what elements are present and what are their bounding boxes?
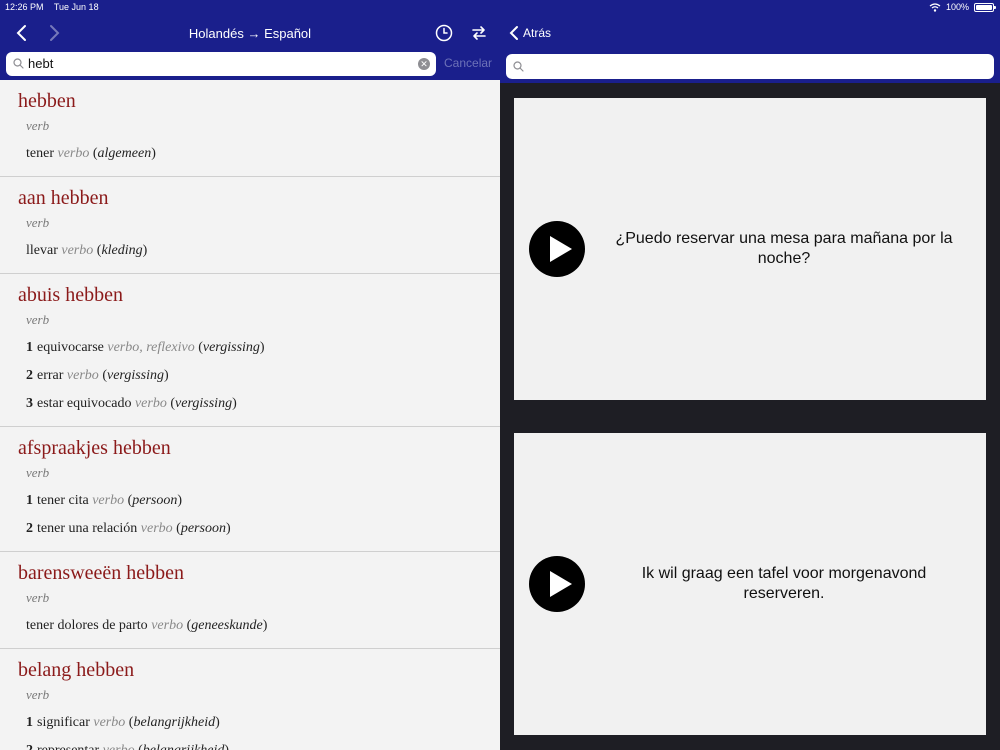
entry-part-of-speech: verb	[26, 312, 50, 327]
entry-headword: hebben	[18, 90, 76, 112]
sense-domain: persoon	[180, 521, 226, 536]
entry-headword: abuis hebben	[18, 284, 123, 306]
dictionary-header: Holandés → Español hebt ✕ Cancelar	[0, 15, 500, 80]
sense-number: 1	[26, 493, 33, 508]
sense-translation: significar	[37, 715, 90, 730]
sense-number: 1	[26, 715, 33, 730]
sense-translation: tener una relación	[37, 521, 138, 536]
entry-headword: belang hebben	[18, 659, 135, 681]
sense-grammar: verbo	[61, 243, 94, 258]
sense-translation: errar	[37, 368, 64, 383]
entry-part-of-speech: verb	[26, 118, 50, 133]
phrase-pane: Atrás ¿Puedo reservar una mesa para maña…	[500, 0, 1000, 750]
entry-part-of-speech: verb	[26, 590, 50, 605]
sense-grammar: verbo, reflexivo	[107, 340, 195, 355]
sense-translation: llevar	[26, 243, 58, 258]
phrase-header: Atrás	[500, 15, 1000, 83]
entry-sense: tener dolores de parto verbo (geneeskund…	[26, 618, 268, 633]
sense-grammar: verbo	[93, 715, 126, 730]
sense-domain: vergissing	[202, 340, 260, 355]
search-value: hebt	[28, 56, 54, 71]
entry-sense: 2 tener una relación verbo (persoon)	[26, 521, 231, 536]
back-button[interactable]: Atrás	[509, 25, 551, 41]
swap-languages-icon[interactable]	[470, 24, 488, 42]
play-icon[interactable]	[529, 556, 585, 612]
entry-sense: tener verbo (algemeen)	[26, 146, 156, 161]
search-icon	[13, 58, 24, 69]
sense-domain: geneeskunde	[191, 618, 263, 633]
entry-sense: 1 significar verbo (belangrijkheid)	[26, 715, 220, 730]
sense-translation: tener cita	[37, 493, 89, 508]
search-icon	[513, 61, 524, 72]
entry-part-of-speech: verb	[26, 465, 50, 480]
sense-number: 1	[26, 340, 33, 355]
phrase-card: ¿Puedo reservar una mesa para mañana por…	[514, 98, 986, 400]
sense-grammar: verbo	[66, 368, 99, 383]
entry-headword: barensweeën hebben	[18, 562, 185, 584]
sense-domain: vergissing	[106, 368, 165, 383]
dictionary-entry[interactable]: barensweeën hebben verb tener dolores de p…	[0, 552, 500, 649]
phrase-text: Ik wil graag een tafel voor morgenavond …	[641, 565, 927, 602]
dictionary-entry[interactable]: abuis hebben verb 1 equivocarse verbo, refl…	[0, 274, 500, 427]
chevron-left-icon	[509, 26, 518, 40]
sense-domain: algemeen	[97, 146, 152, 161]
sense-domain: vergissing	[175, 396, 233, 411]
entry-headword: afspraakjes hebben	[18, 437, 171, 459]
dictionary-entry[interactable]: afspraakjes hebben verb 1 tener cita verbo …	[0, 427, 500, 552]
dictionary-entry[interactable]: belang hebben verb 1 significar verbo (bela…	[0, 649, 500, 750]
sense-number: 2	[26, 368, 33, 383]
sense-translation: tener	[26, 146, 54, 161]
status-date: Tue Jun 18	[53, 2, 99, 12]
clock-icon[interactable]	[434, 23, 454, 43]
battery-icon	[974, 2, 996, 12]
entry-headword: aan hebben	[18, 187, 109, 209]
entry-sense: 2representar verbo (belangrijkheid)	[18, 737, 500, 750]
battery-percent: 100%	[945, 2, 969, 12]
sense-translation: representar	[37, 743, 99, 750]
search-input[interactable]: hebt ✕	[6, 52, 436, 76]
sense-domain: persoon	[132, 493, 178, 508]
sense-grammar: verbo	[103, 743, 135, 750]
page-title: Holandés → Español	[188, 26, 312, 41]
sense-number: 2	[26, 521, 33, 536]
sense-grammar: verbo	[151, 618, 184, 633]
status-bar: 12:26 PM Tue Jun 18 100%	[0, 0, 1000, 15]
sense-number: 3	[26, 396, 33, 411]
cancel-button[interactable]: Cancelar	[444, 56, 492, 70]
back-label: Atrás	[523, 26, 552, 40]
sense-grammar: verbo	[134, 396, 167, 411]
entry-part-of-speech: verb	[26, 215, 50, 230]
dictionary-pane: Holandés → Español hebt ✕ Cancelar hebbe…	[0, 0, 500, 750]
phrase-search-input[interactable]	[506, 54, 994, 79]
sense-translation: estar equivocado	[37, 396, 132, 411]
clear-icon[interactable]: ✕	[418, 58, 430, 70]
status-time: 12:26 PM	[5, 2, 44, 12]
entry-part-of-speech: verb	[26, 687, 50, 702]
phrase-card: Ik wil graag een tafel voor morgenavond …	[514, 433, 986, 735]
sense-grammar: verbo	[57, 146, 90, 161]
phrase-text: ¿Puedo reservar una mesa para mañana por…	[615, 230, 953, 267]
results-list[interactable]: hebben verb tener verbo (algemeen) aan hebb…	[0, 80, 500, 750]
wifi-icon	[929, 2, 941, 12]
entry-sense: 2 errar verbo (vergissing)	[26, 368, 169, 383]
entry-sense: 1 tener cita verbo (persoon)	[26, 493, 183, 508]
sense-translation: tener dolores de parto	[26, 618, 148, 633]
dictionary-entry[interactable]: aan hebben verb llevar verbo (kleding)	[0, 177, 500, 274]
sense-translation: equivocarse	[37, 340, 104, 355]
entry-sense: 1 equivocarse verbo, reflexivo (vergissin…	[26, 340, 265, 355]
sense-grammar: verbo	[92, 493, 125, 508]
sense-domain: belangrijkheid	[143, 743, 225, 750]
play-icon[interactable]	[529, 221, 585, 277]
sense-number: 2	[26, 743, 33, 750]
sense-grammar: verbo	[140, 521, 173, 536]
sense-domain: kleding	[101, 243, 143, 258]
sense-domain: belangrijkheid	[133, 715, 216, 730]
dictionary-entry[interactable]: hebben verb tener verbo (algemeen)	[0, 80, 500, 177]
entry-sense: llevar verbo (kleding)	[26, 243, 148, 258]
entry-sense: 3 estar equivocado verbo (vergissing)	[26, 396, 237, 411]
